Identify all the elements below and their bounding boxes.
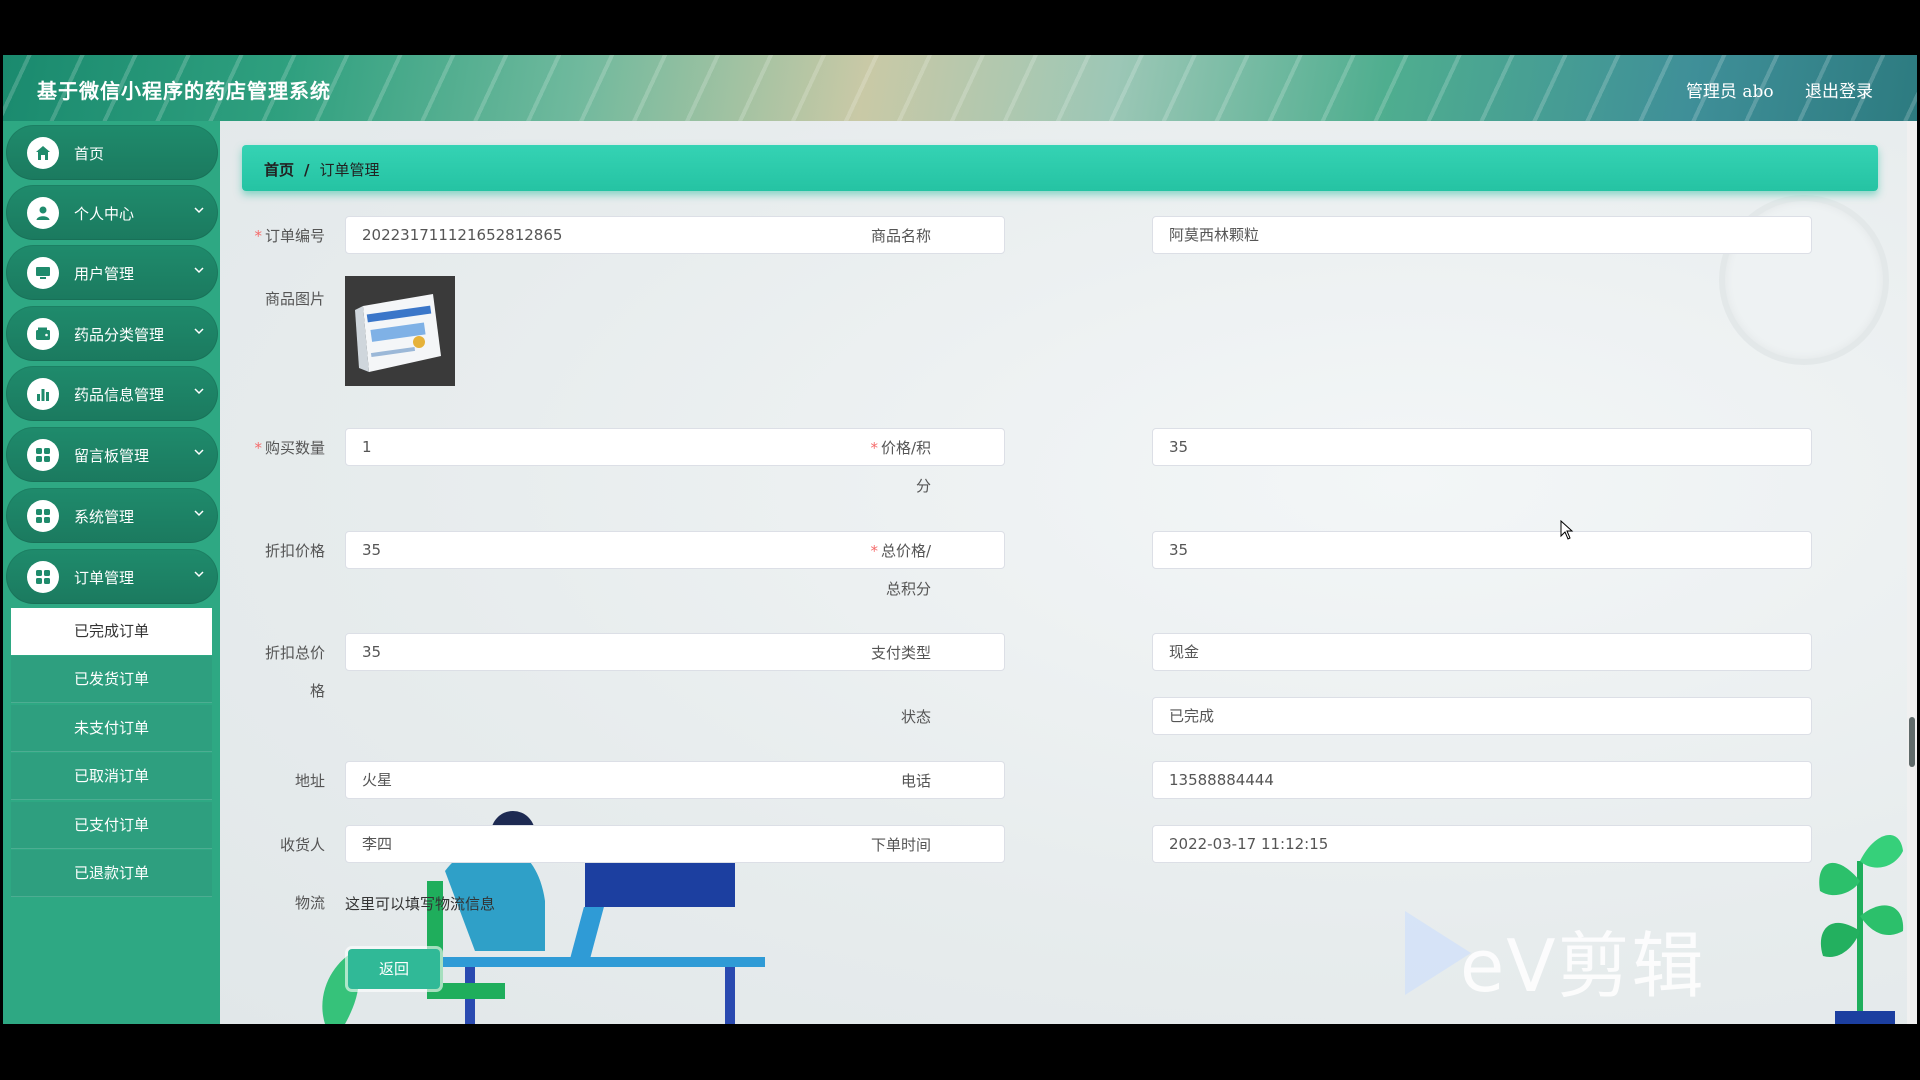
main-content: 首页 / 订单管理 * 订单编号 202231711121652812865 商品名称… bbox=[220, 121, 1917, 1024]
chevron-down-icon bbox=[194, 328, 204, 335]
submenu-cancelled-orders[interactable]: 已取消订单 bbox=[11, 753, 212, 800]
pay-type-field[interactable]: 现金 bbox=[1152, 633, 1812, 671]
sidebar-item-label: 药品信息管理 bbox=[74, 386, 165, 404]
top-header: 基于微信小程序的药店管理系统 管理员 abo 退出登录 bbox=[3, 55, 1917, 121]
status-label: 状态 bbox=[900, 708, 931, 726]
bar-chart-icon bbox=[27, 378, 59, 410]
app-window: 基于微信小程序的药店管理系统 管理员 abo 退出登录 首页 个人中心 用户管理… bbox=[3, 55, 1917, 1024]
logistics-value: 这里可以填写物流信息 bbox=[345, 895, 496, 913]
sidebar-item-label: 留言板管理 bbox=[74, 447, 150, 465]
logistics-label: 物流 bbox=[294, 894, 325, 912]
back-button[interactable]: 返回 bbox=[348, 949, 440, 989]
submenu-shipped-orders[interactable]: 已发货订单 bbox=[11, 656, 212, 703]
logout-link[interactable]: 退出登录 bbox=[1805, 82, 1873, 102]
sidebar-item-system[interactable]: 系统管理 bbox=[6, 488, 218, 543]
submenu-paid-orders[interactable]: 已支付订单 bbox=[11, 802, 212, 849]
sidebar-item-label: 订单管理 bbox=[74, 569, 135, 587]
mouse-cursor-icon bbox=[1560, 520, 1574, 540]
sidebar-item-users[interactable]: 用户管理 bbox=[6, 245, 218, 300]
sidebar: 首页 个人中心 用户管理 药品分类管理 药品信息管理 留言板管理 系统管理 订单… bbox=[3, 121, 220, 1024]
phone-field[interactable]: 13588884444 bbox=[1152, 761, 1812, 799]
scrollbar[interactable] bbox=[1907, 121, 1917, 1024]
breadcrumb: 首页 / 订单管理 bbox=[242, 145, 1878, 191]
breadcrumb-home[interactable]: 首页 bbox=[264, 161, 294, 179]
total-price-field[interactable]: 35 bbox=[1152, 531, 1812, 569]
receiver-label: 收货人 bbox=[279, 836, 325, 854]
chevron-down-icon bbox=[194, 571, 204, 578]
breadcrumb-current: 订单管理 bbox=[319, 161, 380, 179]
chevron-down-icon bbox=[194, 267, 204, 274]
product-image[interactable] bbox=[345, 276, 455, 386]
wallet-icon bbox=[27, 318, 59, 350]
discount-total-label: 折扣总价格 bbox=[264, 644, 325, 700]
scrollbar-thumb[interactable] bbox=[1909, 717, 1915, 767]
status-field[interactable]: 已完成 bbox=[1152, 697, 1812, 735]
sidebar-item-profile[interactable]: 个人中心 bbox=[6, 185, 218, 240]
order-time-field[interactable]: 2022-03-17 11:12:15 bbox=[1152, 825, 1812, 863]
sidebar-item-drug-info[interactable]: 药品信息管理 bbox=[6, 366, 218, 421]
grid-icon bbox=[27, 439, 59, 471]
admin-username[interactable]: 管理员 abo bbox=[1686, 82, 1774, 102]
phone-label: 电话 bbox=[900, 772, 931, 790]
monitor-icon bbox=[27, 257, 59, 289]
home-icon bbox=[27, 137, 59, 169]
sidebar-item-drug-category[interactable]: 药品分类管理 bbox=[6, 306, 218, 361]
price-label: * 价格/积分 bbox=[870, 439, 931, 495]
sidebar-item-label: 个人中心 bbox=[74, 205, 135, 223]
sidebar-item-label: 用户管理 bbox=[74, 265, 135, 283]
quantity-label: * 购买数量 bbox=[254, 439, 325, 457]
submenu-refunded-orders[interactable]: 已退款订单 bbox=[11, 850, 212, 897]
submenu-completed-orders[interactable]: 已完成订单 bbox=[11, 608, 212, 655]
user-icon bbox=[27, 197, 59, 229]
order-time-label: 下单时间 bbox=[870, 836, 931, 854]
breadcrumb-separator: / bbox=[304, 161, 310, 179]
grid-icon bbox=[27, 561, 59, 593]
product-name-label: 商品名称 bbox=[870, 227, 931, 245]
chevron-down-icon bbox=[194, 510, 204, 517]
chevron-down-icon bbox=[194, 449, 204, 456]
plant-decoration bbox=[1819, 834, 1904, 1024]
grid-icon bbox=[27, 500, 59, 532]
order-no-label: * 订单编号 bbox=[254, 227, 325, 245]
submenu-unpaid-orders[interactable]: 未支付订单 bbox=[11, 705, 212, 752]
product-name-field[interactable]: 阿莫西林颗粒 bbox=[1152, 216, 1812, 254]
app-title: 基于微信小程序的药店管理系统 bbox=[37, 79, 331, 103]
address-label: 地址 bbox=[294, 772, 325, 790]
price-field[interactable]: 35 bbox=[1152, 428, 1812, 466]
sidebar-item-label: 系统管理 bbox=[74, 508, 135, 526]
total-price-label: * 总价格/总积分 bbox=[870, 542, 931, 598]
watermark: eV剪辑 bbox=[1460, 924, 1706, 1008]
user-area: 管理员 abo 退出登录 bbox=[1660, 77, 1873, 102]
sidebar-item-orders[interactable]: 订单管理 bbox=[6, 549, 218, 604]
discount-price-label: 折扣价格 bbox=[264, 542, 325, 560]
sidebar-item-label: 首页 bbox=[74, 145, 105, 163]
sidebar-item-message-board[interactable]: 留言板管理 bbox=[6, 427, 218, 482]
chevron-down-icon bbox=[194, 388, 204, 395]
chevron-down-icon bbox=[194, 207, 204, 214]
product-image-label: 商品图片 bbox=[264, 290, 325, 308]
sidebar-item-label: 药品分类管理 bbox=[74, 326, 165, 344]
pay-type-label: 支付类型 bbox=[870, 644, 931, 662]
sidebar-item-home[interactable]: 首页 bbox=[6, 125, 218, 180]
